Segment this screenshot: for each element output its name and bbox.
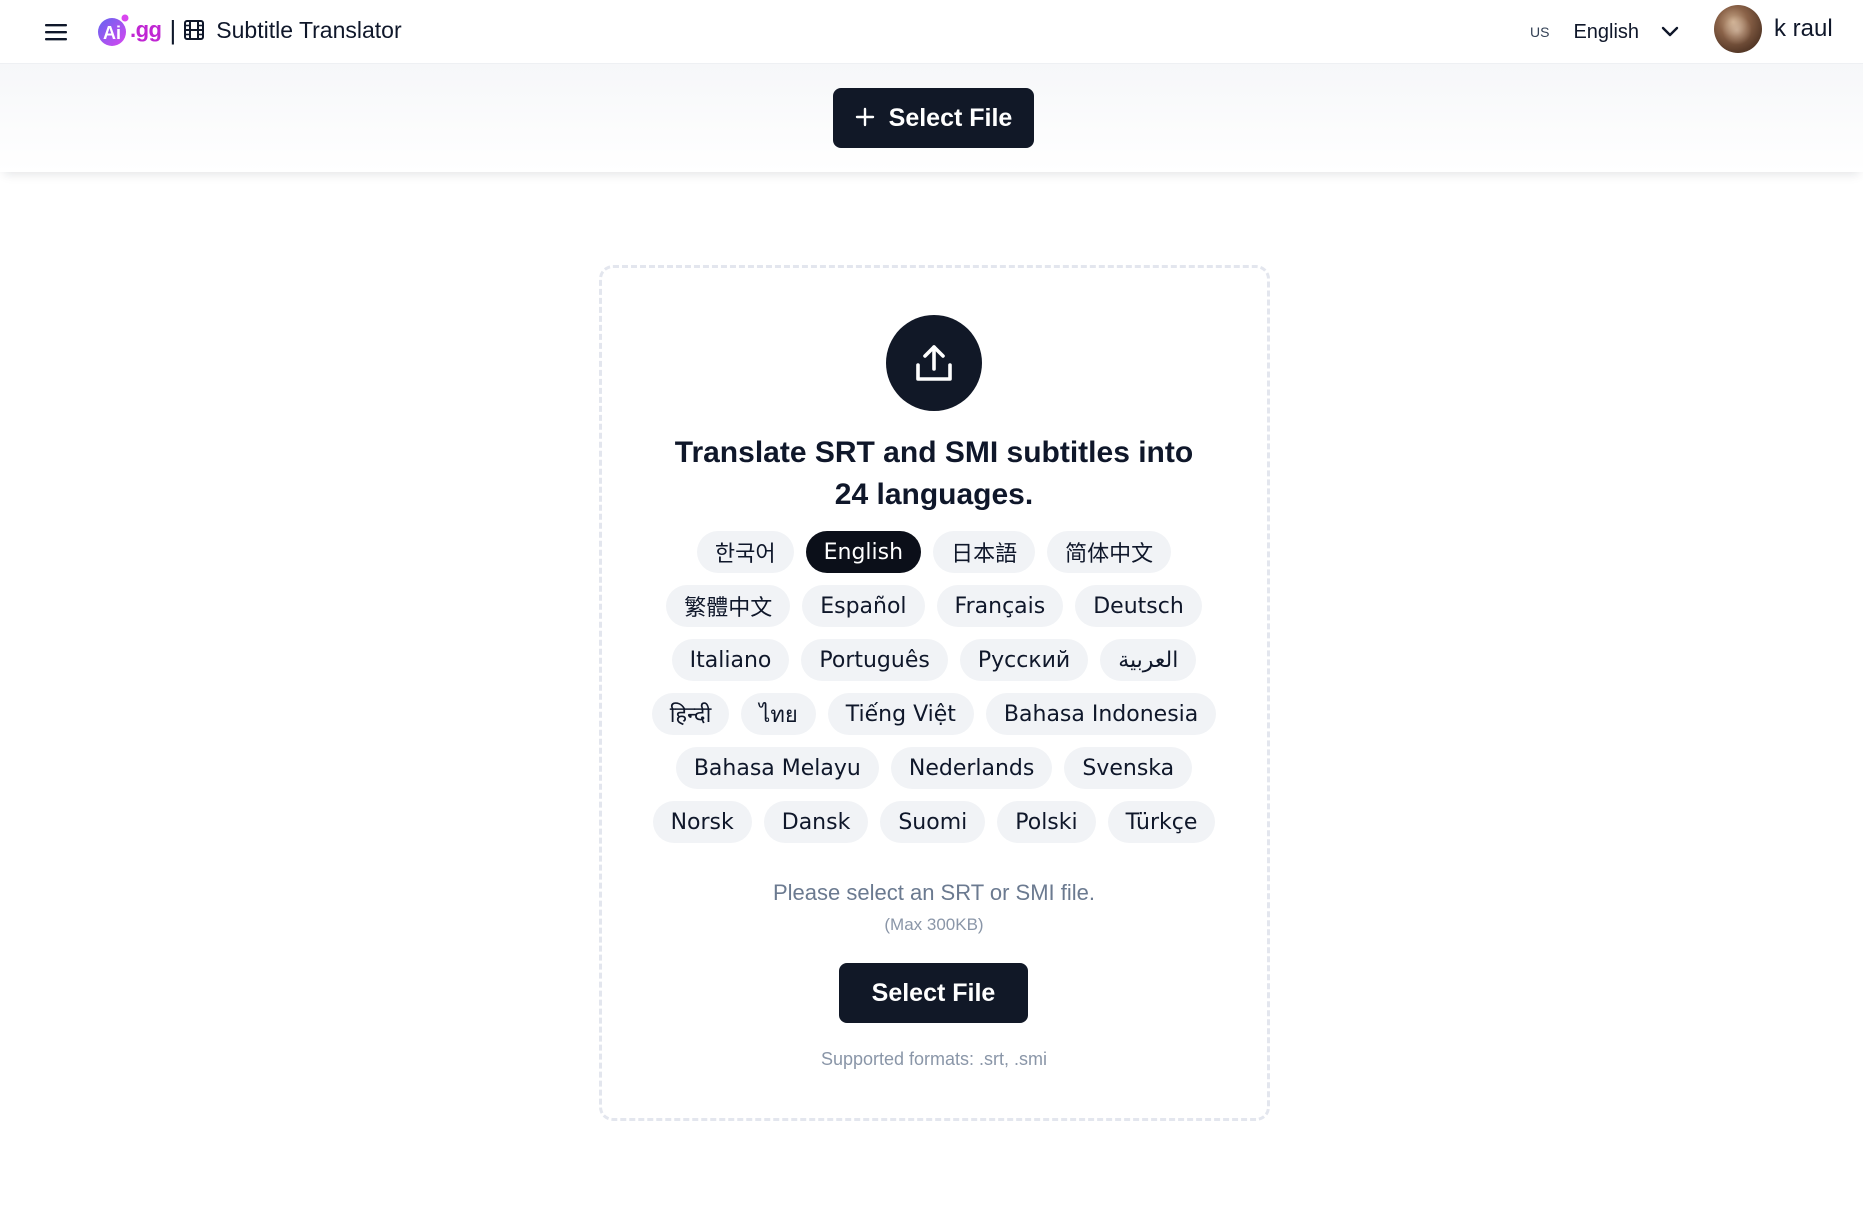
plus-icon	[855, 104, 875, 132]
language-chip[interactable]: Português	[801, 639, 948, 681]
language-chip[interactable]: 简体中文	[1047, 531, 1172, 573]
chevron-down-icon	[1661, 22, 1681, 42]
logo-ai-text: Ai	[103, 23, 121, 43]
language-chips: 한국어 English 日本語 简体中文繁體中文 Español Français Deut…	[640, 531, 1228, 855]
select-file-label: Select File	[871, 978, 996, 1007]
logo-gg-text: .gg	[130, 17, 162, 42]
language-chip[interactable]: Nederlands	[890, 747, 1053, 789]
language-chip[interactable]: Français	[936, 585, 1064, 627]
language-chip[interactable]: Русский	[959, 639, 1089, 681]
language-chip[interactable]: العربية	[1100, 639, 1197, 681]
user-menu[interactable]: k raul	[1714, 4, 1833, 54]
language-chip[interactable]: 繁體中文	[666, 585, 791, 627]
language-chip[interactable]: ไทย	[741, 693, 816, 735]
headline: Translate SRT and SMI subtitles into 24 …	[674, 436, 1194, 511]
language-chip[interactable]: हिन्दी	[651, 693, 730, 735]
film-icon	[184, 19, 206, 41]
language-chip-row: हिन्दी ไทย Tiếng Việt Bahasa Indonesia	[640, 693, 1228, 735]
language-chip[interactable]: Italiano	[671, 639, 790, 681]
top-header: Ai .gg | Subtitle Translator US English	[0, 0, 1863, 64]
language-chip[interactable]: Svenska	[1064, 747, 1193, 789]
language-chip[interactable]: Suomi	[880, 801, 986, 843]
language-chip[interactable]: Bahasa Indonesia	[985, 693, 1217, 735]
menu-button[interactable]	[40, 16, 72, 48]
top-select-file-label: Select File	[888, 103, 1013, 132]
upload-icon	[886, 315, 982, 411]
language-chip[interactable]: 日本語	[933, 531, 1036, 573]
language-chip[interactable]: Dansk	[763, 801, 869, 843]
file-hint: Please select an SRT or SMI file.	[773, 880, 1095, 905]
language-label: English	[1573, 20, 1640, 43]
language-chip-row: 한국어 English 日本語 简体中文	[640, 531, 1228, 573]
app-title: Subtitle Translator	[216, 16, 402, 43]
language-chip[interactable]: English	[805, 531, 922, 573]
logo-separator: |	[169, 14, 177, 45]
avatar	[1714, 5, 1762, 53]
language-chip[interactable]: Español	[802, 585, 925, 627]
language-chip[interactable]: Türkçe	[1107, 801, 1216, 843]
app-logo[interactable]: Ai .gg | Subtitle Translator	[96, 10, 402, 50]
select-file-button[interactable]: Select File	[839, 963, 1028, 1023]
language-chip[interactable]: Polski	[997, 801, 1096, 843]
language-chip-row: 繁體中文 Español Français Deutsch	[640, 585, 1228, 627]
hamburger-menu-icon	[45, 24, 67, 41]
supported-formats: Supported formats: .srt, .smi	[820, 1049, 1048, 1069]
language-chip[interactable]: Norsk	[652, 801, 752, 843]
language-chip[interactable]: Bahasa Melayu	[675, 747, 879, 789]
language-chip[interactable]: Tiếng Việt	[827, 693, 974, 735]
language-chip-row: Bahasa Melayu Nederlands Svenska	[640, 747, 1228, 789]
top-select-file-button[interactable]: Select File	[833, 88, 1034, 148]
language-chip-row: Norsk Dansk Suomi Polski Türkçe	[640, 801, 1228, 843]
language-switcher[interactable]: US English	[1530, 14, 1681, 50]
language-flag: US	[1530, 24, 1550, 40]
language-chip[interactable]: Deutsch	[1075, 585, 1202, 627]
ai-logo-icon: Ai	[96, 13, 130, 47]
user-name: k raul	[1774, 15, 1833, 42]
language-chip-row: Italiano Português Русский العربية	[640, 639, 1228, 681]
language-chip[interactable]: 한국어	[696, 531, 794, 573]
max-size-note: (Max 300KB)	[884, 915, 984, 934]
